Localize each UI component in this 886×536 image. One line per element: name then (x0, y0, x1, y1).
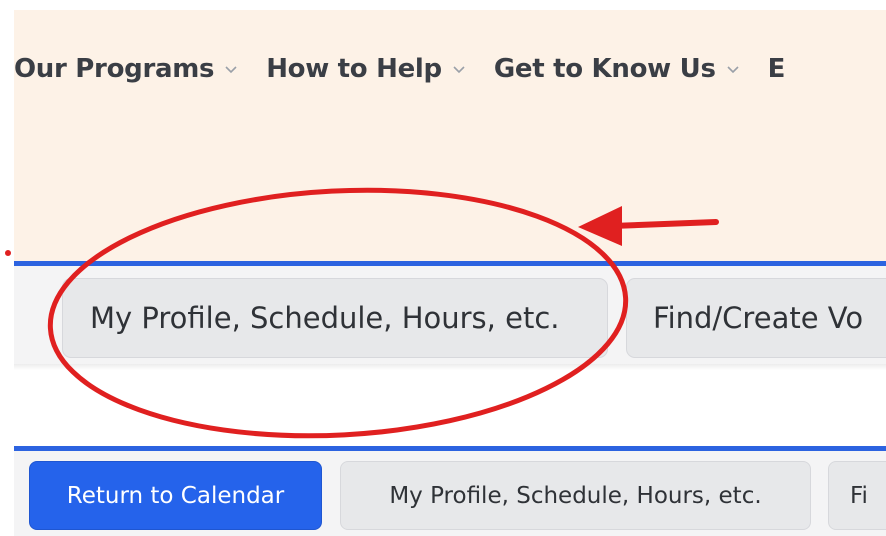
nav-item-label: E (767, 54, 786, 84)
annotation-dot (5, 250, 11, 256)
bar-shadow (14, 364, 886, 370)
nav-item-how-to-help[interactable]: How to Help (266, 54, 466, 84)
find-create-button[interactable]: Fi (828, 461, 886, 530)
button-label: My Profile, Schedule, Hours, etc. (389, 482, 762, 509)
chevron-down-icon (225, 66, 237, 74)
my-profile-button[interactable]: My Profile, Schedule, Hours, etc. (340, 461, 811, 530)
nav-item-label: Get to Know Us (493, 54, 716, 84)
top-nav: Our Programs How to Help Get to Know Us … (14, 10, 886, 261)
nav-menu: Our Programs How to Help Get to Know Us … (14, 49, 813, 89)
my-profile-button-zoomed[interactable]: My Profile, Schedule, Hours, etc. (62, 278, 608, 358)
chevron-down-icon (453, 66, 465, 74)
nav-item-label: How to Help (266, 54, 442, 84)
button-label: Find/Create Vo (653, 301, 864, 335)
find-create-button-zoomed[interactable]: Find/Create Vo (626, 278, 886, 358)
button-label: Fi (850, 482, 868, 509)
button-label: My Profile, Schedule, Hours, etc. (90, 301, 560, 335)
nav-item-truncated[interactable]: E (767, 54, 786, 84)
screenshot: Our Programs How to Help Get to Know Us … (0, 0, 886, 536)
nav-item-label: Our Programs (14, 54, 215, 84)
return-to-calendar-button[interactable]: Return to Calendar (29, 461, 322, 530)
nav-item-get-to-know-us[interactable]: Get to Know Us (494, 54, 740, 84)
nav-item-our-programs[interactable]: Our Programs (14, 54, 238, 84)
button-label: Return to Calendar (66, 482, 285, 509)
chevron-down-icon (727, 66, 739, 74)
